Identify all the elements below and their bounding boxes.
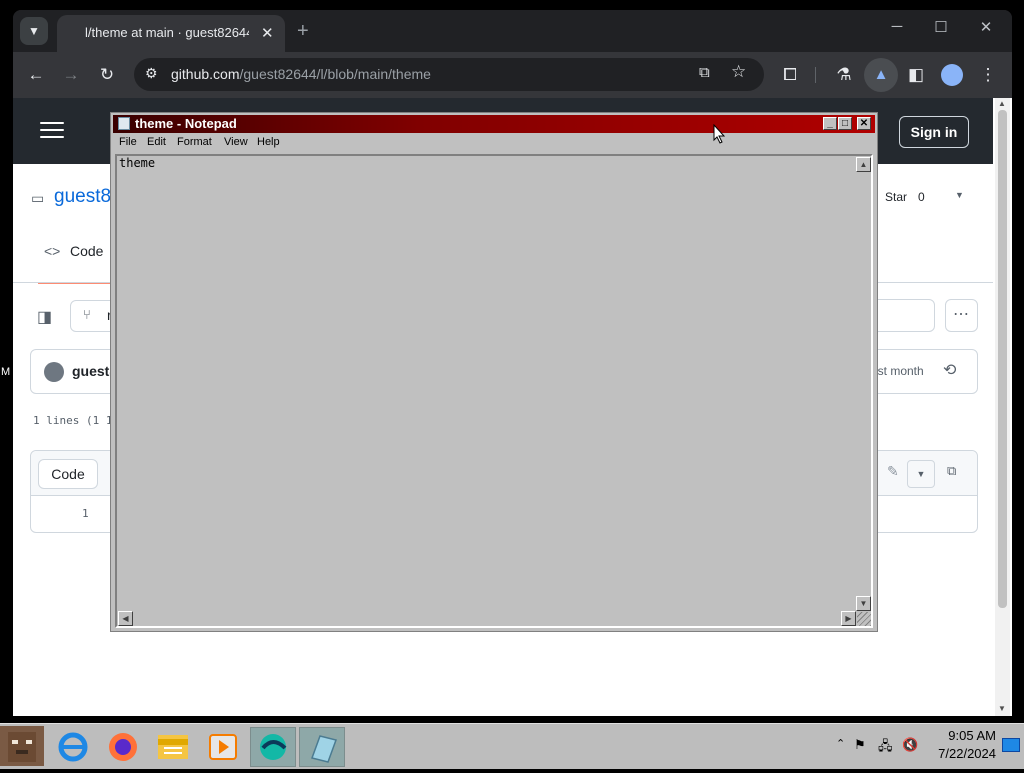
tab-strip: ▼ l/theme at main · guest82644 ✕ + ─ ☐ ✕ [13,10,1012,52]
start-button[interactable] [0,726,44,766]
volume-muted-icon[interactable]: 🔇 [902,737,918,753]
menu-file[interactable]: File [119,136,137,148]
tab-title: l/theme at main · guest82644 [85,25,249,40]
tab-close-icon[interactable]: ✕ [261,24,274,42]
notepad-menu-bar: File Edit Format View Help [113,134,875,152]
tab-search-button[interactable]: ▼ [20,17,48,45]
edit-pencil-icon[interactable]: ✎ [887,463,899,480]
notepad-text-area[interactable]: theme ▲ ▼ ◀ ▶ [115,154,873,628]
repo-icon: ▭ [31,190,45,206]
notepad-icon [118,117,130,130]
notepad-minimize-icon[interactable]: _ [823,117,837,130]
network-icon[interactable]: 🖧 [878,737,893,759]
browser-tab[interactable]: l/theme at main · guest82644 ✕ [57,15,285,52]
repo-owner-link[interactable]: guest8 [54,186,111,208]
notepad-title: theme - Notepad [135,116,237,131]
url-host: github.com [171,66,240,82]
notepad-close-icon[interactable]: ✕ [857,117,871,130]
history-icon[interactable]: ⟲ [943,360,956,380]
notepad-taskbar-icon[interactable] [299,727,345,767]
taskbar: ⌃ ⚑ 🖧 🔇 9:05 AM 7/22/2024 [0,723,1024,769]
notepad-scroll-left-icon[interactable]: ◀ [118,611,133,626]
clock-date: 7/22/2024 [938,746,996,761]
address-bar[interactable]: ⚙ github.com/guest82644/l/blob/main/them… [134,58,764,91]
notepad-maximize-icon[interactable]: □ [838,117,852,130]
back-icon[interactable]: ← [24,63,48,87]
notepad-scroll-right-icon[interactable]: ▶ [841,611,856,626]
notepad-scroll-down-icon[interactable]: ▼ [856,596,871,611]
code-tab-label: Code [70,243,104,259]
file-explorer-icon[interactable] [150,727,196,767]
star-label: Star [885,190,908,204]
desktop-label: M [1,366,11,378]
more-options-button[interactable]: ⋯ [945,299,978,332]
mouse-cursor-icon [713,123,726,149]
close-window-icon[interactable]: ✕ [971,18,1001,36]
new-tab-icon[interactable]: + [297,20,309,43]
reload-icon[interactable]: ↻ [95,63,119,87]
scroll-up-arrow-icon[interactable]: ▲ [998,99,1006,108]
star-button[interactable]: Star 0 ▼ [875,184,979,212]
site-info-icon[interactable]: ⚙ [145,65,158,82]
profile-extension-icon[interactable]: ▲ [864,58,898,92]
clock-time: 9:05 AM [948,728,996,743]
menu-edit[interactable]: Edit [147,136,166,148]
page-scrollbar[interactable]: ▲ ▼ [995,98,1010,716]
sign-in-button[interactable]: Sign in [899,116,969,148]
branch-icon: ⑂ [83,307,91,322]
symbols-panel-icon[interactable]: ⧉ [947,463,956,479]
forward-icon[interactable]: → [59,63,83,87]
scroll-down-arrow-icon[interactable]: ▼ [998,704,1006,713]
side-panel-icon[interactable]: ◧ [904,63,928,87]
install-app-icon[interactable]: ⧉ [699,64,710,81]
file-tree-toggle-icon[interactable]: ◨ [37,307,52,327]
code-view-button[interactable]: Code [38,459,98,489]
show-desktop-icon[interactable] [1002,738,1020,752]
menu-kebab-icon[interactable]: ⋮ [976,63,1000,87]
menu-view[interactable]: View [224,136,248,148]
code-tab[interactable]: <> Code [38,240,110,284]
star-dropdown-icon[interactable]: ▼ [955,190,964,200]
notepad-content[interactable]: theme [119,156,155,170]
firefox-icon[interactable] [100,727,146,767]
show-hidden-icons[interactable]: ⌃ [836,737,845,750]
star-count: 0 [918,190,925,204]
notepad-resize-grip-icon[interactable] [857,612,871,626]
labs-icon[interactable]: ⚗ [832,63,856,87]
lines-info: 1 lines (1 1 [33,414,113,427]
notepad-title-bar[interactable]: theme - Notepad _ □ ✕ [113,115,875,133]
author-avatar [44,362,64,382]
extensions-icon[interactable]: ⧠ [778,63,802,87]
bookmark-star-icon[interactable]: ☆ [731,62,746,82]
code-icon: <> [44,243,61,259]
kebab-icon: ⋯ [953,306,969,323]
internet-explorer-icon[interactable] [50,727,96,767]
commit-time: ast month [871,364,924,378]
profile-avatar-icon[interactable] [941,64,963,86]
media-player-icon[interactable] [200,727,246,767]
url-path: /guest82644/l/blob/main/theme [239,66,431,82]
url-text[interactable]: github.com/guest82644/l/blob/main/theme [171,66,431,82]
maximize-icon[interactable]: ☐ [926,18,956,36]
line-number: 1 [82,507,89,520]
taskbar-clock[interactable]: 9:05 AM 7/22/2024 [926,727,996,763]
action-center-flag-icon[interactable]: ⚑ [854,737,866,753]
scrollbar-thumb[interactable] [998,110,1007,608]
notepad-window: theme - Notepad _ □ ✕ File Edit Format V… [110,112,878,632]
hamburger-menu-icon[interactable] [40,122,64,140]
menu-help[interactable]: Help [257,136,280,148]
notepad-scroll-up-icon[interactable]: ▲ [856,157,871,172]
browser-taskbar-icon[interactable] [250,727,296,767]
browser-toolbar: ← → ↻ ⚙ github.com/guest82644/l/blob/mai… [13,52,1012,98]
toolbar-divider [815,67,816,83]
menu-format[interactable]: Format [177,136,212,148]
edit-dropdown-icon[interactable]: ▼ [907,460,935,488]
minimize-icon[interactable]: ─ [882,18,912,35]
